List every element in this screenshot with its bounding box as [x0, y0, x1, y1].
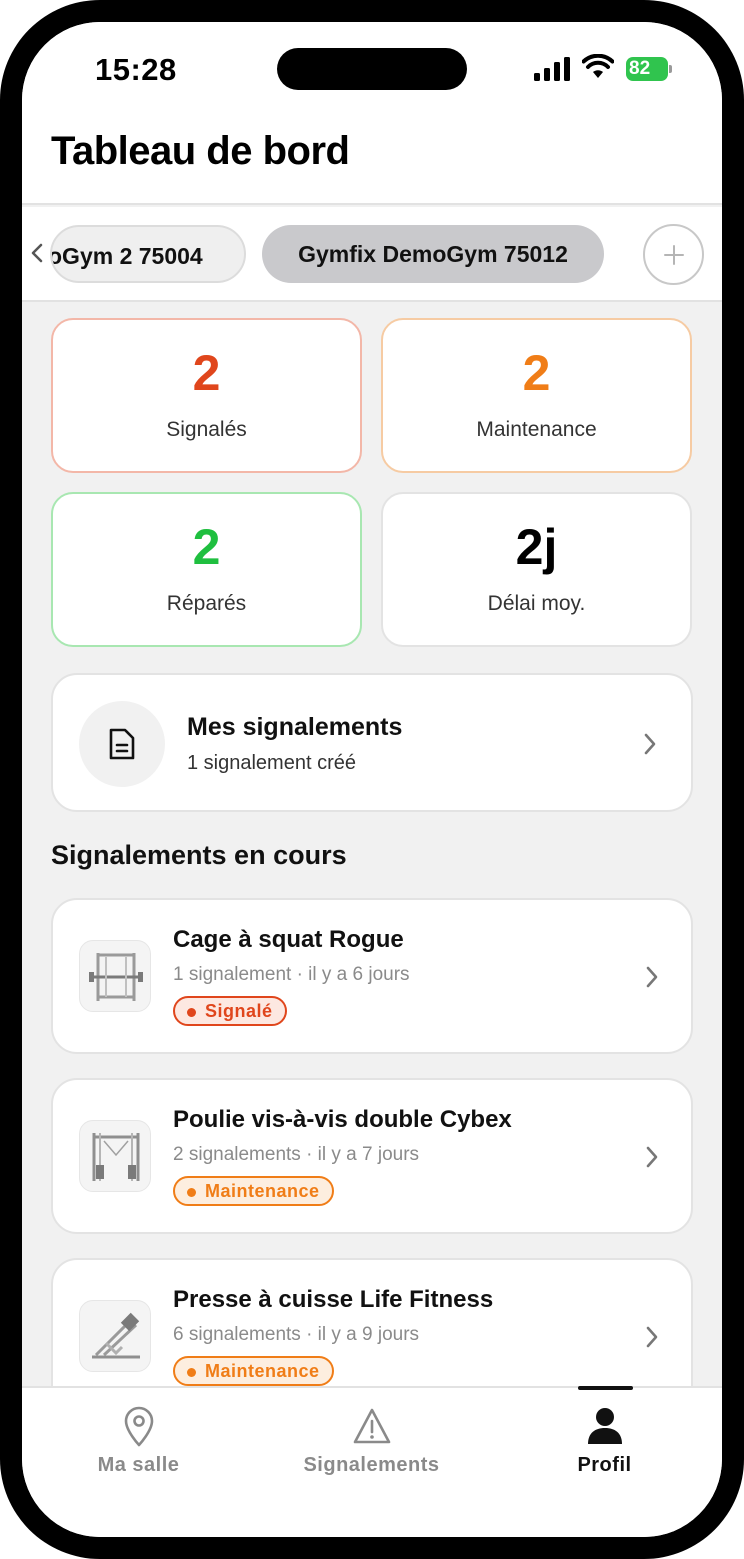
status-time: 15:28: [95, 52, 177, 87]
leg-press-icon: [79, 1300, 151, 1372]
cellular-signal-icon: [534, 57, 570, 81]
my-reports-title: Mes signalements: [187, 713, 403, 741]
chevron-left-icon[interactable]: [30, 243, 44, 263]
gym-chip-active[interactable]: Gymfix DemoGym 75012: [262, 225, 604, 283]
stat-maintenance-label: Maintenance: [476, 418, 597, 441]
tab-signalements[interactable]: Signalements: [255, 1388, 488, 1537]
my-reports-subtitle: 1 signalement créé: [187, 752, 356, 774]
header: Tableau de bord: [22, 117, 722, 205]
gym-chip-previous[interactable]: oGym 2 75004: [50, 225, 246, 283]
tab-label: Ma salle: [97, 1454, 180, 1476]
stat-delay-label: Délai moy.: [487, 592, 586, 615]
status-badge: Signalé: [173, 996, 287, 1026]
active-tab-indicator: [578, 1386, 633, 1390]
report-meta: 2 signalements · il y a 7 jours: [173, 1144, 420, 1165]
battery-level: 82: [626, 57, 668, 81]
tab-label: Signalements: [303, 1454, 440, 1476]
stat-reported-value: 2: [192, 345, 221, 401]
location-pin-icon: [124, 1406, 153, 1447]
report-title: Cage à squat Rogue: [173, 926, 404, 953]
section-title: Signalements en cours: [51, 840, 347, 870]
battery-icon: 82: [626, 57, 672, 81]
page-title: Tableau de bord: [51, 129, 350, 173]
document-icon: [109, 728, 135, 760]
plus-icon: [664, 245, 684, 265]
stat-card-maintenance[interactable]: 2 Maintenance: [381, 318, 692, 473]
person-icon: [587, 1408, 622, 1444]
gym-selector: oGym 2 75004 Gymfix DemoGym 75012: [22, 207, 722, 302]
report-title: Presse à cuisse Life Fitness: [173, 1286, 494, 1313]
add-gym-button[interactable]: [643, 224, 704, 285]
status-badge: Maintenance: [173, 1356, 334, 1386]
tab-label: Profil: [577, 1454, 632, 1476]
warning-triangle-icon: [353, 1408, 390, 1444]
stat-card-reported[interactable]: 2 Signalés: [51, 318, 362, 473]
report-item[interactable]: Cage à squat Rogue 1 signalement · il y …: [51, 898, 693, 1054]
report-meta: 6 signalements · il y a 9 jours: [173, 1324, 420, 1345]
chevron-right-icon: [646, 1146, 658, 1168]
cable-crossover-icon: [79, 1120, 151, 1192]
stat-card-repaired[interactable]: 2 Réparés: [51, 492, 362, 647]
stat-maintenance-value: 2: [522, 345, 551, 401]
stat-reported-label: Signalés: [166, 418, 247, 441]
chevron-right-icon: [646, 1326, 658, 1348]
wifi-icon: [582, 54, 614, 78]
stat-card-delay[interactable]: 2j Délai moy.: [381, 492, 692, 647]
chevron-right-icon: [644, 733, 656, 755]
stat-delay-value: 2j: [515, 519, 558, 575]
tab-profil[interactable]: Profil: [488, 1388, 721, 1537]
chevron-right-icon: [646, 966, 658, 988]
document-icon-container: [79, 701, 165, 787]
squat-rack-icon: [79, 940, 151, 1012]
stat-repaired-label: Réparés: [166, 592, 247, 615]
report-title: Poulie vis-à-vis double Cybex: [173, 1106, 512, 1133]
report-item[interactable]: Poulie vis-à-vis double Cybex 2 signalem…: [51, 1078, 693, 1234]
report-meta: 1 signalement · il y a 6 jours: [173, 964, 410, 985]
tab-ma-salle[interactable]: Ma salle: [22, 1388, 255, 1537]
dynamic-island: [277, 48, 467, 90]
battery-cap: [669, 65, 672, 73]
app-screen: 15:28 82 Tableau de bord oGym 2 75004 Gy…: [22, 22, 722, 1537]
tab-bar: Ma salle Signalements Profil: [22, 1386, 722, 1537]
my-reports-card[interactable]: Mes signalements 1 signalement créé: [51, 673, 693, 812]
stat-repaired-value: 2: [192, 519, 221, 575]
status-bar: 15:28 82: [22, 22, 722, 117]
gym-chip-previous-label: oGym 2 75004: [50, 243, 203, 269]
status-badge: Maintenance: [173, 1176, 334, 1206]
